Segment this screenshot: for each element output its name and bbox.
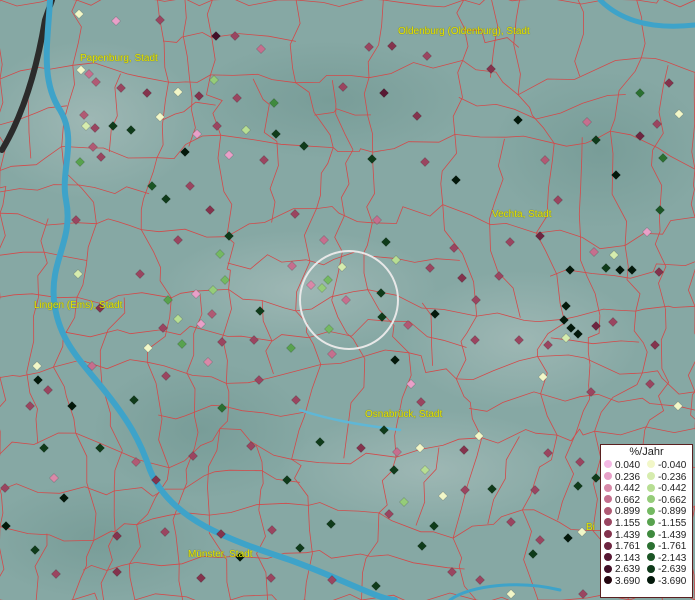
legend-value: 1.761	[615, 541, 641, 553]
legend-row-positive-3: 0.662	[604, 495, 640, 507]
legend-swatch	[604, 495, 612, 504]
legend-swatch	[647, 564, 655, 573]
legend-value: 1.155	[615, 517, 641, 529]
legend-row-positive-4: 0.899	[604, 506, 640, 518]
legend-row-negative-2: -0.442	[647, 483, 686, 495]
legend-row-negative-10: -3.690	[647, 576, 686, 588]
legend-row-positive-5: 1.155	[604, 518, 640, 530]
legend-row-positive-10: 3.690	[604, 576, 640, 588]
legend-value: 1.439	[615, 529, 641, 541]
legend-swatch	[647, 483, 655, 492]
legend-swatch	[604, 529, 612, 538]
legend-swatch	[647, 471, 655, 480]
city-label-muenster: Münster, Stadt	[188, 549, 253, 560]
legend-swatch	[604, 553, 612, 562]
legend-swatch	[604, 576, 612, 585]
legend-swatch	[604, 506, 612, 515]
legend-row-positive-2: 0.442	[604, 483, 640, 495]
legend-row-negative-9: -2.639	[647, 564, 686, 576]
city-label-bi: Bi	[586, 522, 595, 533]
city-label-vechta: Vechta, Stadt	[492, 209, 552, 220]
city-label-lingen: Lingen (Ems), Stadt	[34, 300, 123, 311]
legend-value: 0.236	[615, 471, 641, 483]
legend-swatch	[647, 576, 655, 585]
legend-row-negative-1: -0.236	[647, 472, 686, 484]
legend-swatch	[647, 553, 655, 562]
legend-value: 2.143	[615, 552, 641, 564]
legend-row-positive-7: 1.761	[604, 541, 640, 553]
legend-row-positive-9: 2.639	[604, 564, 640, 576]
legend-swatch	[604, 541, 612, 550]
legend-value: -0.040	[658, 460, 687, 471]
legend-row-positive-8: 2.143	[604, 553, 640, 565]
legend-row-negative-6: -1.439	[647, 530, 686, 542]
legend-row-negative-4: -0.899	[647, 506, 686, 518]
legend-swatch	[604, 564, 612, 573]
legend-row-negative-3: -0.662	[647, 495, 686, 507]
legend-swatch	[604, 518, 612, 527]
legend-swatch	[647, 518, 655, 527]
legend-swatch	[647, 529, 655, 538]
city-label-papenburg: Papenburg, Stadt	[80, 53, 158, 64]
legend-row-positive-1: 0.236	[604, 472, 640, 484]
legend-value: -1.761	[658, 541, 687, 553]
legend-value: -0.899	[658, 506, 687, 518]
legend-value: -1.155	[658, 517, 687, 529]
map-view[interactable]: Papenburg, Stadt Oldenburg (Oldenburg), …	[0, 0, 695, 600]
legend-value: -2.639	[658, 564, 687, 576]
legend-value: -0.662	[658, 494, 687, 506]
legend-row-negative-8: -2.143	[647, 553, 686, 565]
legend-swatch	[604, 483, 612, 492]
map-legend: %/Jahr 0.040 0.236 0.442 0.662 0.899 1.155 1.4…	[600, 444, 693, 598]
legend-value: 0.442	[615, 483, 641, 495]
legend-value: -1.439	[658, 529, 687, 541]
legend-positive-column: 0.040 0.236 0.442 0.662 0.899 1.155 1.439 1.761…	[604, 460, 640, 588]
legend-row-positive-6: 1.439	[604, 530, 640, 542]
legend-row-negative-7: -1.761	[647, 541, 686, 553]
legend-swatch	[604, 471, 612, 480]
legend-swatch	[604, 460, 612, 469]
legend-swatch	[647, 506, 655, 515]
legend-row-positive-0: 0.040	[604, 460, 640, 472]
legend-value: 2.639	[615, 564, 641, 576]
legend-value: -0.236	[658, 471, 687, 483]
legend-swatch	[647, 541, 655, 550]
city-label-osnabrueck: Osnabrück, Stadt	[365, 409, 443, 420]
legend-value: 3.690	[615, 575, 641, 587]
legend-negative-column: -0.040 -0.236 -0.442 -0.662 -0.899 -1.155 -1.4…	[647, 460, 686, 588]
legend-value: 0.040	[615, 460, 641, 471]
legend-value: -0.442	[658, 483, 687, 495]
legend-value: -2.143	[658, 552, 687, 564]
legend-value: 0.662	[615, 494, 641, 506]
city-label-oldenburg: Oldenburg (Oldenburg), Stadt	[398, 26, 530, 37]
legend-title: %/Jahr	[629, 446, 664, 458]
legend-swatch	[647, 495, 655, 504]
legend-swatch	[647, 460, 655, 469]
legend-value: 0.899	[615, 506, 641, 518]
legend-value: -3.690	[658, 575, 687, 587]
legend-row-negative-5: -1.155	[647, 518, 686, 530]
legend-row-negative-0: -0.040	[647, 460, 686, 472]
